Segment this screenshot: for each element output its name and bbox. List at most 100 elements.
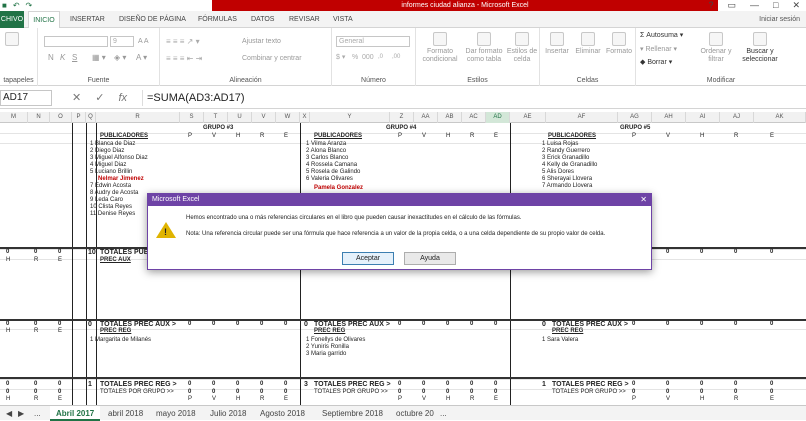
- tab-insert[interactable]: INSERTAR: [70, 11, 105, 28]
- sheet-tab[interactable]: Julio 2018: [204, 406, 252, 421]
- undo-icon[interactable]: ↶: [13, 0, 20, 11]
- header-e: E: [494, 133, 499, 139]
- header-r: R: [260, 133, 265, 139]
- header-e: E: [58, 328, 63, 334]
- help-button[interactable]: Ayuda: [404, 252, 456, 265]
- column-header[interactable]: X: [300, 112, 310, 123]
- column-header[interactable]: Q: [86, 112, 96, 123]
- fx-icon[interactable]: fx: [118, 90, 127, 106]
- column-header[interactable]: Z: [390, 112, 414, 123]
- merge-center-button[interactable]: Combinar y centrar: [242, 55, 302, 62]
- border-thick: [0, 377, 806, 379]
- sheet-tab[interactable]: abril 2018: [102, 406, 149, 421]
- tab-file[interactable]: CHIVO: [0, 11, 24, 28]
- cancel-icon[interactable]: ✕: [72, 90, 81, 106]
- fill-color-icon[interactable]: ◈ ▾: [114, 54, 126, 62]
- sheet-tab[interactable]: Septiembre 2018: [316, 406, 389, 421]
- tab-formulas[interactable]: FÓRMULAS: [198, 11, 237, 28]
- column-header[interactable]: P: [72, 112, 86, 123]
- column-header[interactable]: U: [228, 112, 252, 123]
- column-header[interactable]: N: [28, 112, 50, 123]
- list-item: 1 Margarita de Milanés: [90, 337, 152, 343]
- column-header[interactable]: AC: [462, 112, 486, 123]
- autosum-button[interactable]: Σ Autosuma ▾: [640, 32, 683, 39]
- borders-icon[interactable]: ▦ ▾: [92, 54, 106, 62]
- column-header[interactable]: AA: [414, 112, 438, 123]
- header-e: E: [58, 257, 63, 263]
- tab-view[interactable]: VISTA: [333, 11, 353, 28]
- column-header[interactable]: S: [180, 112, 204, 123]
- header-h: H: [6, 257, 11, 263]
- format-as-table-button[interactable]: Dar formato como tabla: [464, 32, 504, 64]
- sheet-tab-active[interactable]: Abril 2017: [50, 406, 101, 421]
- column-header-selected[interactable]: AD: [486, 112, 510, 123]
- cell-styles-button[interactable]: Estilos de celda: [506, 32, 538, 64]
- more-sheets-left[interactable]: ...: [28, 406, 47, 421]
- sort-filter-button[interactable]: Ordenar y filtrar: [696, 32, 736, 64]
- bold-button[interactable]: N: [48, 54, 54, 62]
- column-header[interactable]: AK: [754, 112, 806, 123]
- name-box[interactable]: AD17: [0, 90, 52, 106]
- zero-value: 0: [398, 389, 402, 395]
- sign-in-link[interactable]: Iniciar sesión: [759, 11, 800, 28]
- sheet-tab[interactable]: Agosto 2018: [254, 406, 311, 421]
- tab-home[interactable]: INICIO: [28, 11, 60, 29]
- insert-cells-button[interactable]: Insertar: [542, 32, 572, 56]
- prec-reg-label: PREC REG: [552, 328, 584, 334]
- column-header[interactable]: R: [96, 112, 180, 123]
- delete-cells-button[interactable]: Eliminar: [572, 32, 604, 56]
- wrap-text-button[interactable]: Ajustar texto: [242, 38, 281, 45]
- column-header[interactable]: AG: [618, 112, 652, 123]
- underline-button[interactable]: S: [72, 54, 77, 62]
- number-format-combo[interactable]: General: [336, 36, 410, 47]
- help-icon[interactable]: ?: [708, 0, 713, 11]
- align-left-icons[interactable]: ≡ ≡ ≡ ⇤ ⇥: [166, 55, 202, 63]
- font-color-icon[interactable]: A ▾: [136, 54, 147, 62]
- close-icon[interactable]: ✕: [640, 194, 647, 206]
- paste-icon[interactable]: [2, 32, 22, 48]
- column-header[interactable]: T: [204, 112, 228, 123]
- column-header[interactable]: M: [0, 112, 28, 123]
- sheet-tab[interactable]: octubre 20: [390, 406, 440, 421]
- font-size-combo[interactable]: 9: [110, 36, 134, 47]
- formula-input[interactable]: =SUMA(AD3:AD17): [142, 90, 792, 106]
- enter-icon[interactable]: ✓: [95, 90, 104, 106]
- tab-data[interactable]: DATOS: [251, 11, 274, 28]
- ribbon-display-icon[interactable]: ▭: [728, 0, 737, 11]
- accept-button[interactable]: Aceptar: [342, 252, 394, 265]
- close-icon[interactable]: ✕: [792, 0, 800, 11]
- column-header[interactable]: AI: [686, 112, 720, 123]
- column-header[interactable]: Y: [310, 112, 390, 123]
- more-sheets-right[interactable]: ...: [434, 406, 453, 421]
- column-header[interactable]: V: [252, 112, 276, 123]
- tab-review[interactable]: REVISAR: [289, 11, 320, 28]
- sheet-tab[interactable]: mayo 2018: [150, 406, 202, 421]
- column-header[interactable]: AB: [438, 112, 462, 123]
- thousands-button[interactable]: 000: [362, 54, 374, 61]
- italic-button[interactable]: K: [60, 54, 65, 62]
- decrease-decimal-button[interactable]: ,00: [392, 54, 400, 61]
- column-header[interactable]: AE: [510, 112, 546, 123]
- increase-decimal-button[interactable]: ,0: [378, 54, 383, 61]
- currency-icon[interactable]: $ ▾: [336, 54, 345, 61]
- format-cells-button[interactable]: Formato: [604, 32, 634, 56]
- save-icon[interactable]: ■: [2, 0, 7, 11]
- fill-button[interactable]: ▾ Rellenar ▾: [640, 46, 677, 53]
- align-top-icons[interactable]: ≡ ≡ ≡ ↗ ▾: [166, 38, 200, 46]
- list-item: 5 Luciano Brillin: [90, 169, 133, 175]
- clear-button[interactable]: ◆ Borrar ▾: [640, 59, 672, 66]
- conditional-format-button[interactable]: Formato condicional: [418, 32, 462, 64]
- column-header[interactable]: W: [276, 112, 300, 123]
- column-header[interactable]: O: [50, 112, 72, 123]
- minimize-icon[interactable]: —: [750, 0, 759, 11]
- find-select-button[interactable]: Buscar y seleccionar: [738, 32, 782, 64]
- column-header[interactable]: AH: [652, 112, 686, 123]
- grow-font-icon[interactable]: A A: [138, 38, 149, 45]
- redo-icon[interactable]: ↷: [26, 0, 33, 11]
- maximize-icon[interactable]: □: [773, 0, 778, 11]
- font-name-combo[interactable]: [44, 36, 108, 47]
- column-header[interactable]: AJ: [720, 112, 754, 123]
- column-header[interactable]: AF: [546, 112, 618, 123]
- percent-button[interactable]: %: [352, 54, 358, 61]
- tab-page-layout[interactable]: DISEÑO DE PÁGINA: [119, 11, 186, 28]
